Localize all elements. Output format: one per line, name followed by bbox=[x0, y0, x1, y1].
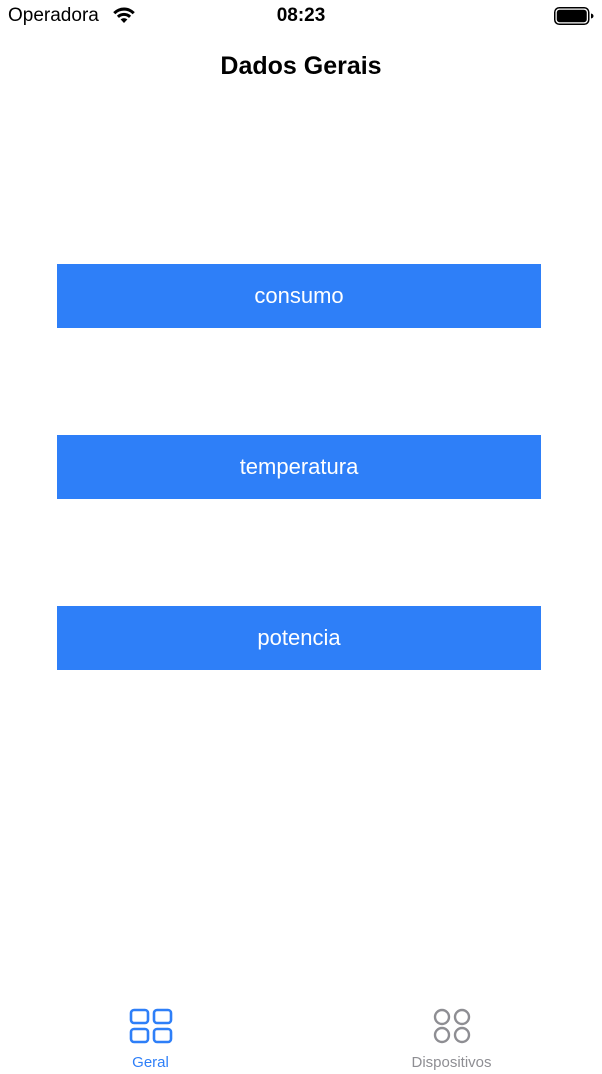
temperatura-button[interactable]: temperatura bbox=[57, 435, 541, 499]
tab-bar: Geral Dispositivos bbox=[0, 990, 602, 1074]
circles-icon bbox=[433, 1008, 470, 1044]
page-title: Dados Gerais bbox=[220, 52, 382, 80]
tab-geral-label: Geral bbox=[132, 1054, 169, 1071]
battery-icon bbox=[554, 7, 594, 25]
grid-icon bbox=[129, 1008, 172, 1044]
tab-geral[interactable]: Geral bbox=[0, 990, 301, 1074]
status-bar: Operadora 08:23 bbox=[0, 0, 602, 32]
potencia-button[interactable]: potencia bbox=[57, 606, 541, 670]
clock: 08:23 bbox=[276, 5, 326, 26]
consumo-button[interactable]: consumo bbox=[57, 264, 541, 328]
tab-dispositivos-label: Dispositivos bbox=[411, 1054, 492, 1071]
tab-dispositivos[interactable]: Dispositivos bbox=[301, 990, 602, 1074]
